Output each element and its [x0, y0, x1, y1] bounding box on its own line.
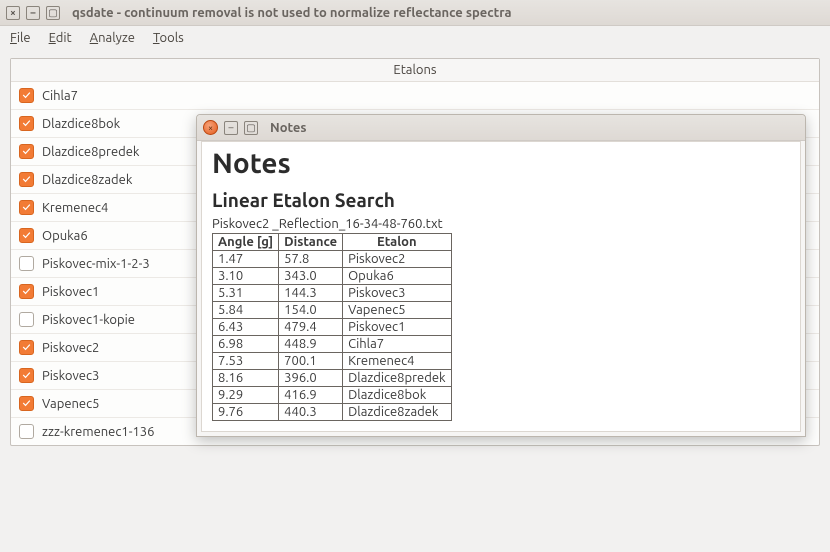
checkbox[interactable] [19, 172, 34, 187]
minimize-icon[interactable]: – [26, 6, 40, 20]
checkbox[interactable] [19, 116, 34, 131]
checkbox[interactable] [19, 396, 34, 411]
col-distance: Distance [279, 234, 343, 251]
cell-etalon: Kremenec4 [343, 353, 451, 370]
cell-etalon: Dlazdice8zadek [343, 404, 451, 421]
cell-etalon: Piskovec2 [343, 251, 451, 268]
table-header-row: Angle [g] Distance Etalon [213, 234, 452, 251]
table-row: 8.16396.0Dlazdice8predek [213, 370, 452, 387]
cell-distance: 416.9 [279, 387, 343, 404]
list-item-label: Piskovec1 [42, 285, 99, 299]
results-table: Angle [g] Distance Etalon 1.4757.8Piskov… [212, 233, 452, 421]
cell-distance: 396.0 [279, 370, 343, 387]
window-title: qsdate - continuum removal is not used t… [72, 6, 512, 20]
menu-tools[interactable]: Tools [153, 31, 184, 45]
cell-distance: 479.4 [279, 319, 343, 336]
close-icon[interactable]: × [6, 6, 20, 20]
notes-titlebar[interactable]: × – ▢ Notes [197, 115, 805, 141]
table-row: 5.31144.3Piskovec3 [213, 285, 452, 302]
minimize-icon[interactable]: – [224, 121, 238, 135]
list-item-label: Piskovec1-kopie [42, 313, 135, 327]
col-angle: Angle [g] [213, 234, 279, 251]
cell-angle: 9.29 [213, 387, 279, 404]
table-row: 6.43479.4Piskovec1 [213, 319, 452, 336]
checkbox[interactable] [19, 228, 34, 243]
cell-etalon: Piskovec3 [343, 285, 451, 302]
col-etalon: Etalon [343, 234, 451, 251]
cell-angle: 8.16 [213, 370, 279, 387]
cell-etalon: Vapenec5 [343, 302, 451, 319]
maximize-icon[interactable]: ▢ [46, 6, 60, 20]
checkbox[interactable] [19, 424, 34, 439]
notes-window-title: Notes [270, 121, 307, 135]
checkbox[interactable] [19, 144, 34, 159]
list-item-label: Vapenec5 [42, 397, 99, 411]
list-item-label: Opuka6 [42, 229, 88, 243]
list-item[interactable]: Cihla7 [11, 82, 819, 110]
cell-angle: 5.31 [213, 285, 279, 302]
table-row: 1.4757.8Piskovec2 [213, 251, 452, 268]
cell-etalon: Dlazdice8bok [343, 387, 451, 404]
menubar: File Edit Analyze Tools [0, 26, 830, 50]
list-item-label: Dlazdice8bok [42, 117, 120, 131]
cell-angle: 7.53 [213, 353, 279, 370]
list-item-label: Piskovec2 [42, 341, 99, 355]
table-row: 9.29416.9Dlazdice8bok [213, 387, 452, 404]
cell-distance: 448.9 [279, 336, 343, 353]
checkbox[interactable] [19, 256, 34, 271]
cell-angle: 6.98 [213, 336, 279, 353]
cell-etalon: Opuka6 [343, 268, 451, 285]
notes-body: Notes Linear Etalon Search Piskovec2 _Re… [201, 141, 801, 432]
checkbox[interactable] [19, 340, 34, 355]
cell-angle: 6.43 [213, 319, 279, 336]
close-icon[interactable]: × [203, 120, 218, 135]
maximize-icon[interactable]: ▢ [244, 121, 258, 135]
cell-angle: 1.47 [213, 251, 279, 268]
menu-analyze[interactable]: Analyze [90, 31, 135, 45]
list-item-label: Kremenec4 [42, 201, 108, 215]
cell-distance: 57.8 [279, 251, 343, 268]
notes-heading: Notes [212, 148, 790, 179]
table-row: 7.53700.1Kremenec4 [213, 353, 452, 370]
cell-distance: 343.0 [279, 268, 343, 285]
table-row: 5.84154.0Vapenec5 [213, 302, 452, 319]
list-item-label: Dlazdice8predek [42, 145, 139, 159]
main-titlebar: × – ▢ qsdate - continuum removal is not … [0, 0, 830, 26]
checkbox[interactable] [19, 312, 34, 327]
checkbox[interactable] [19, 88, 34, 103]
menu-file[interactable]: File [10, 31, 31, 45]
cell-angle: 5.84 [213, 302, 279, 319]
list-item-label: Cihla7 [42, 89, 78, 103]
checkbox[interactable] [19, 200, 34, 215]
cell-etalon: Piskovec1 [343, 319, 451, 336]
cell-distance: 700.1 [279, 353, 343, 370]
list-item-label: zzz-kremenec1-136 [42, 425, 154, 439]
cell-angle: 9.76 [213, 404, 279, 421]
cell-etalon: Dlazdice8predek [343, 370, 451, 387]
list-item-label: Piskovec-mix-1-2-3 [42, 257, 150, 271]
cell-distance: 154.0 [279, 302, 343, 319]
cell-distance: 144.3 [279, 285, 343, 302]
checkbox[interactable] [19, 368, 34, 383]
notes-subheading: Linear Etalon Search [212, 189, 790, 211]
list-item-label: Dlazdice8zadek [42, 173, 132, 187]
table-row: 9.76440.3Dlazdice8zadek [213, 404, 452, 421]
etalons-header: Etalons [11, 59, 819, 82]
notes-filename: Piskovec2 _Reflection_16-34-48-760.txt [212, 217, 790, 231]
list-item-label: Piskovec3 [42, 369, 99, 383]
cell-distance: 440.3 [279, 404, 343, 421]
notes-window[interactable]: × – ▢ Notes Notes Linear Etalon Search P… [196, 114, 806, 437]
table-row: 3.10343.0Opuka6 [213, 268, 452, 285]
table-row: 6.98448.9Cihla7 [213, 336, 452, 353]
cell-etalon: Cihla7 [343, 336, 451, 353]
checkbox[interactable] [19, 284, 34, 299]
menu-edit[interactable]: Edit [49, 31, 72, 45]
cell-angle: 3.10 [213, 268, 279, 285]
